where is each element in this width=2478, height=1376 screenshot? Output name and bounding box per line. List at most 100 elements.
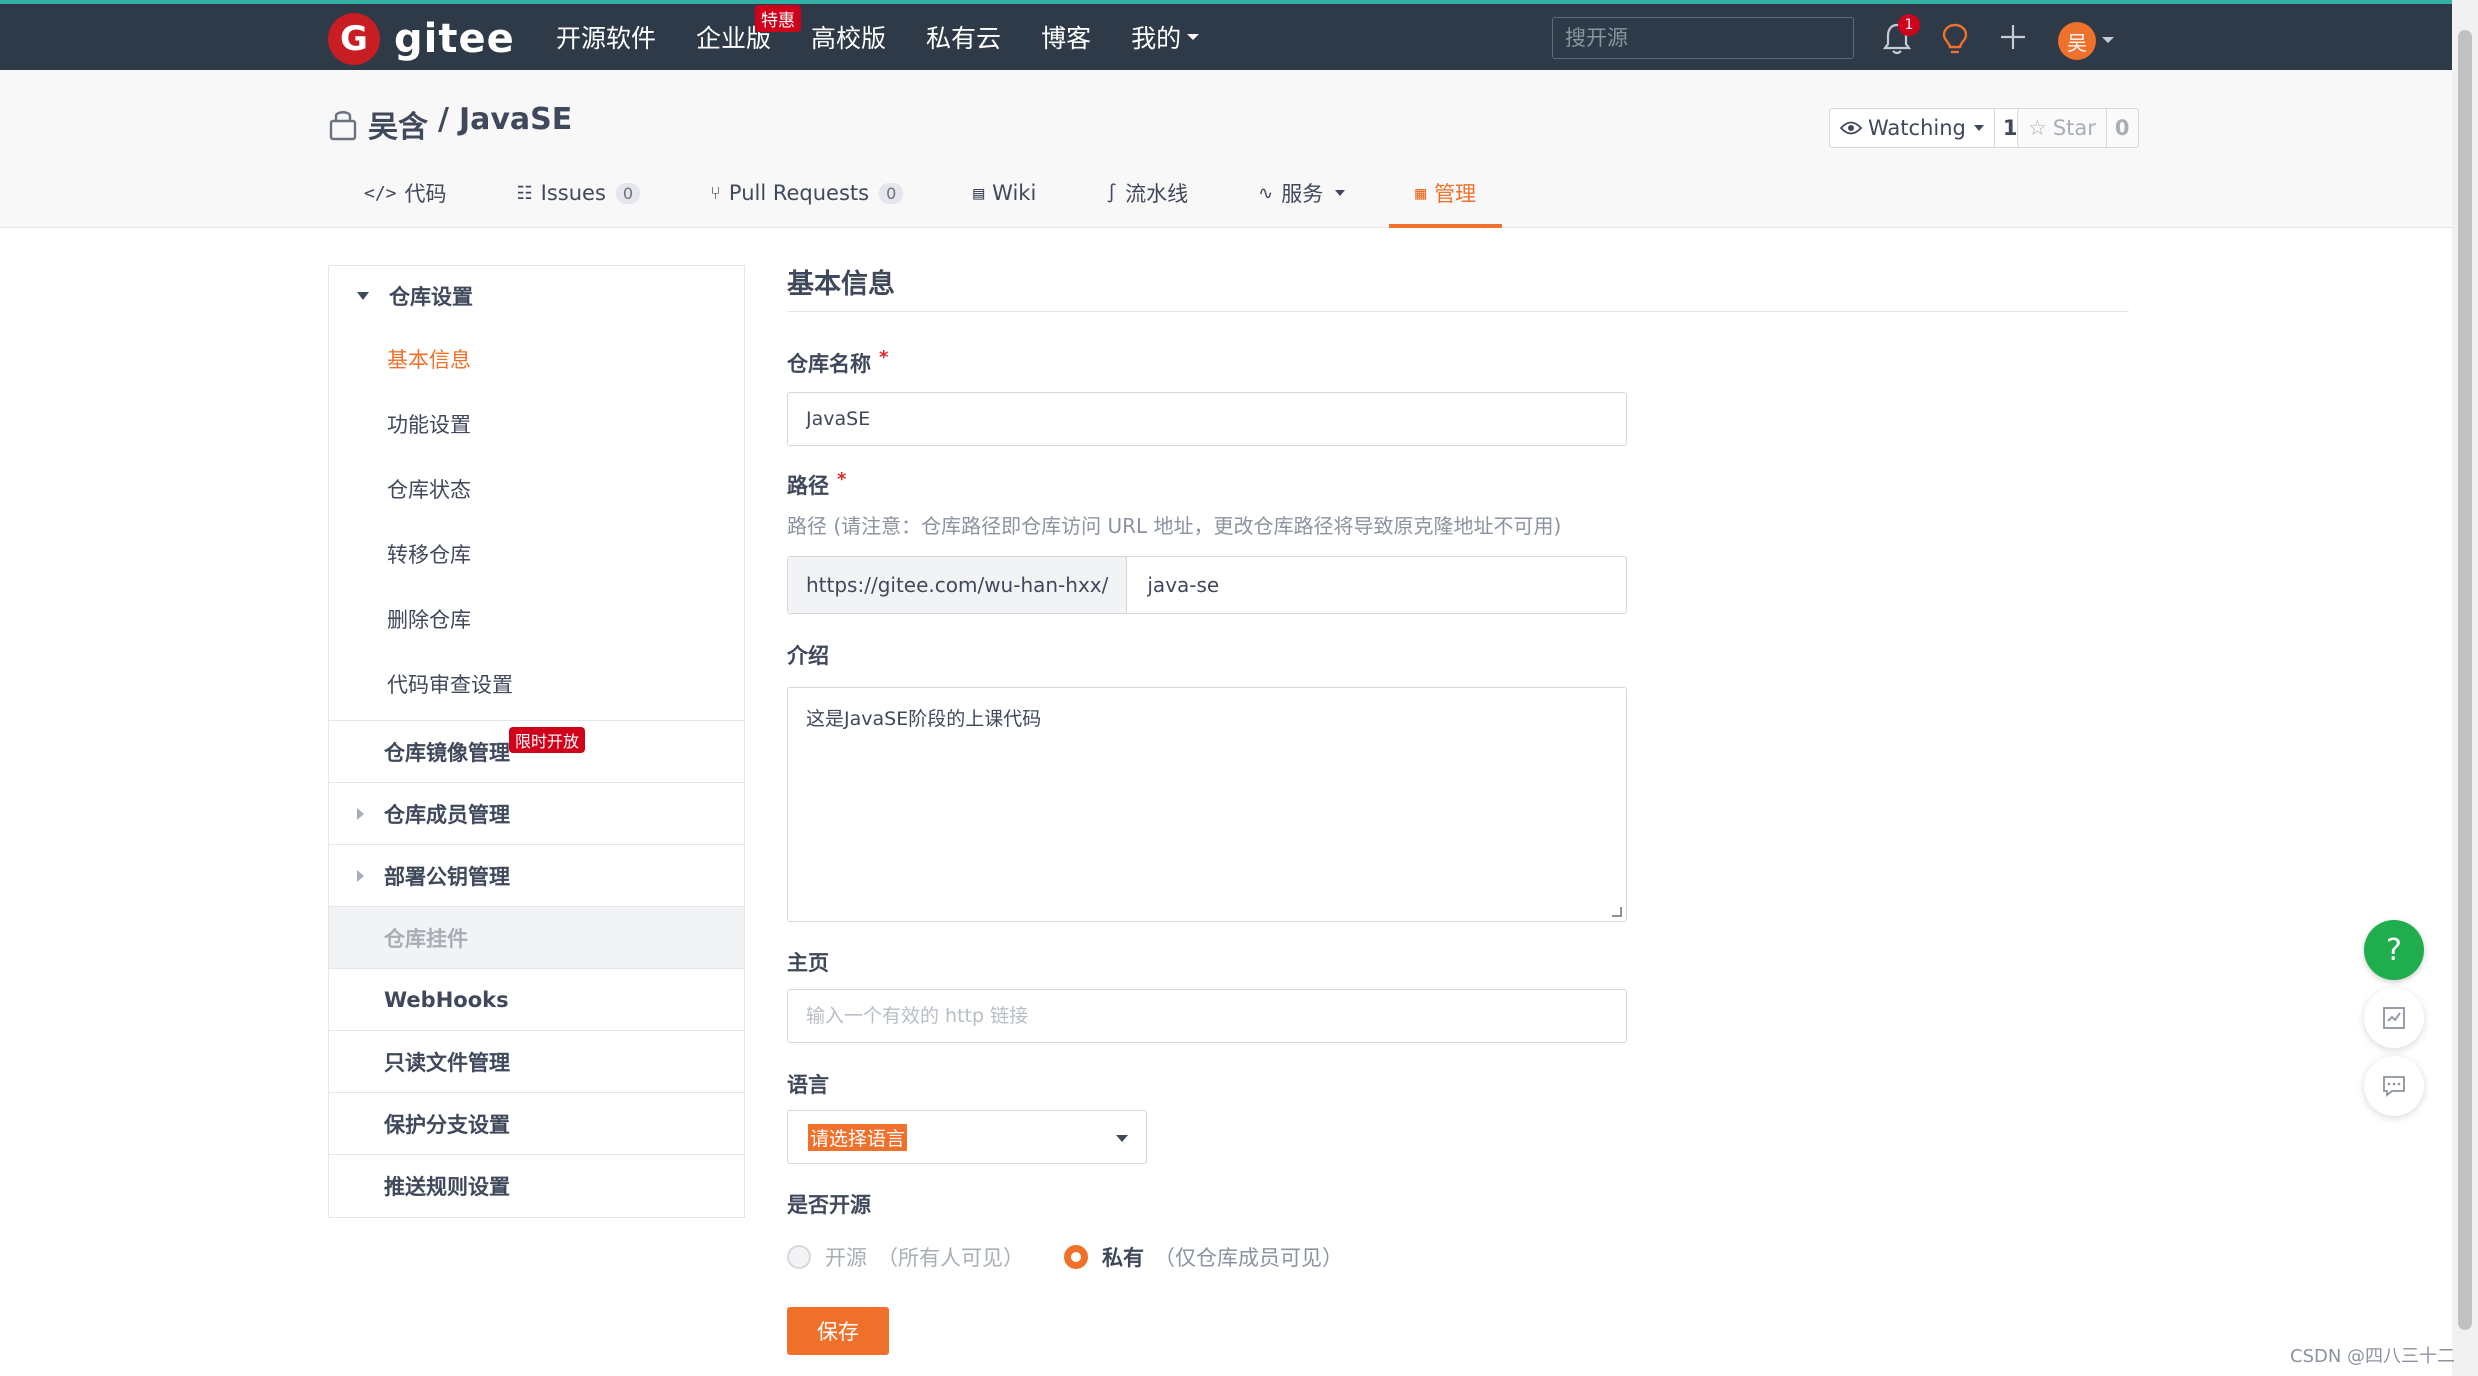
wiki-icon: ▤ xyxy=(973,182,985,204)
chat-button[interactable] xyxy=(2364,1056,2424,1116)
intro-textarea[interactable]: 这是JavaSE阶段的上课代码 xyxy=(787,687,1627,922)
homepage-label: 主页 xyxy=(787,951,829,975)
path-hint: 路径 (请注意：仓库路径即仓库访问 URL 地址，更改仓库路径将导致原克隆地址不… xyxy=(787,514,1562,538)
private-radio[interactable] xyxy=(1064,1245,1088,1269)
save-button[interactable]: 保存 xyxy=(787,1307,889,1355)
chevron-down-icon xyxy=(1187,34,1200,40)
sidebar-item-transfer[interactable]: 转移仓库 xyxy=(329,521,744,586)
repo-name-input[interactable] xyxy=(787,392,1627,446)
tab-pull-requests[interactable]: ⑂ Pull Requests 0 xyxy=(684,162,929,228)
sidebar-item-readonly-files[interactable]: 只读文件管理 xyxy=(329,1031,744,1093)
tab-issues[interactable]: ☷ Issues 0 xyxy=(491,162,667,228)
sidebar-item-deploy-keys[interactable]: 部署公钥管理 xyxy=(329,845,744,907)
issues-icon: ☷ xyxy=(516,182,533,204)
caret-right-icon xyxy=(357,869,364,882)
star-count[interactable]: 0 xyxy=(2106,108,2139,148)
sidebar-item-code-review[interactable]: 代码审查设置 xyxy=(329,651,744,716)
main-nav: 开源软件 企业版 特惠 高校版 私有云 博客 我的 xyxy=(556,4,1239,70)
limited-badge: 限时开放 xyxy=(509,727,586,753)
language-select[interactable]: 请选择语言 xyxy=(787,1110,1147,1164)
issues-count: 0 xyxy=(615,182,641,204)
chat-icon xyxy=(2383,1076,2405,1097)
language-label: 语言 xyxy=(787,1073,829,1097)
avatar-chevron-down-icon[interactable] xyxy=(2102,37,2114,43)
repo-name-link[interactable]: JavaSE xyxy=(459,102,572,146)
caret-right-icon xyxy=(357,807,364,820)
nav-label: 私有云 xyxy=(926,24,1002,53)
open-source-option: 开源 xyxy=(825,1246,867,1270)
settings-sidebar: 仓库设置 基本信息 功能设置 仓库状态 转移仓库 删除仓库 代码审查设置 仓库镜… xyxy=(328,265,745,1218)
sidebar-group-repo-settings[interactable]: 仓库设置 xyxy=(329,266,744,326)
avatar[interactable]: 吴 xyxy=(2058,22,2096,60)
sidebar-item-basic-info[interactable]: 基本信息 xyxy=(329,326,744,391)
feedback-button[interactable] xyxy=(2364,988,2424,1048)
sidebar-item-webhooks[interactable]: WebHooks xyxy=(329,969,744,1031)
nav-label: 高校版 xyxy=(811,24,887,53)
pull-requests-count: 0 xyxy=(879,182,904,204)
nav-item-mine[interactable]: 我的 xyxy=(1131,19,1200,55)
nav-item-open-source[interactable]: 开源软件 xyxy=(556,19,656,55)
nav-item-enterprise[interactable]: 企业版 特惠 xyxy=(696,5,802,55)
chevron-down-icon xyxy=(1116,1135,1128,1142)
visibility-radio-group: 开源 （所有人可见） 私有 （仅仓库成员可见） xyxy=(787,1242,1343,1272)
nav-label: 博客 xyxy=(1041,24,1092,53)
sidebar-group-label: 仓库设置 xyxy=(389,285,473,309)
promo-badge: 特惠 xyxy=(755,5,802,32)
chevron-down-icon xyxy=(1973,125,1984,131)
tab-services[interactable]: ∿ 服务 xyxy=(1232,162,1371,228)
watch-button[interactable]: Watching xyxy=(1829,108,1995,148)
scrollbar-thumb[interactable] xyxy=(2458,30,2472,1330)
tab-wiki[interactable]: ▤ Wiki xyxy=(947,162,1062,228)
label-text: 仓库名称 xyxy=(787,352,871,376)
star-label: Star xyxy=(2052,116,2096,140)
sidebar-item-features[interactable]: 功能设置 xyxy=(329,391,744,456)
tab-pipeline[interactable]: ∫ 流水线 xyxy=(1080,162,1214,228)
lightbulb-icon[interactable] xyxy=(1940,22,1970,56)
sidebar-item-widgets[interactable]: 仓库挂件 xyxy=(329,907,744,969)
homepage-input[interactable] xyxy=(787,989,1627,1043)
nav-item-private-cloud[interactable]: 私有云 xyxy=(926,19,1001,55)
tab-label: Wiki xyxy=(992,181,1037,205)
repo-owner-link[interactable]: 吴含 xyxy=(368,102,428,146)
notification-badge: 1 xyxy=(1898,14,1920,36)
tab-manage[interactable]: ▦ 管理 xyxy=(1389,162,1503,228)
tab-label: Issues xyxy=(540,181,606,205)
label-text: 路径 xyxy=(787,474,829,498)
intro-text: 这是JavaSE阶段的上课代码 xyxy=(806,708,1042,730)
nav-item-blog[interactable]: 博客 xyxy=(1041,19,1091,55)
sidebar-item-push-rules[interactable]: 推送规则设置 xyxy=(329,1155,744,1217)
repo-title-separator: / xyxy=(438,102,449,137)
plus-icon[interactable] xyxy=(1998,22,2028,52)
lock-icon xyxy=(329,111,357,141)
nav-item-education[interactable]: 高校版 xyxy=(811,19,886,55)
language-selected: 请选择语言 xyxy=(808,1123,908,1151)
help-button[interactable]: ? xyxy=(2364,920,2424,980)
chevron-down-icon xyxy=(1335,190,1346,196)
sidebar-item-label: 仓库镜像管理 xyxy=(384,740,510,765)
path-label: 路径 * xyxy=(787,469,846,500)
sidebar-item-members[interactable]: 仓库成员管理 xyxy=(329,783,744,845)
watch-button-group: Watching 1 xyxy=(1829,108,2027,148)
intro-label: 介绍 xyxy=(787,644,829,668)
basic-info-form: 基本信息 仓库名称 * 路径 * 路径 (请注意：仓库路径即仓库访问 URL 地址，… xyxy=(787,262,2129,1355)
caret-down-icon xyxy=(357,292,369,300)
watch-label: Watching xyxy=(1868,116,1966,140)
star-button-group: ☆ Star 0 xyxy=(2017,108,2139,148)
code-icon: </> xyxy=(364,182,397,204)
edit-chart-icon xyxy=(2383,1007,2405,1029)
path-input[interactable]: java-se xyxy=(1127,557,1626,613)
sidebar-item-mirror[interactable]: 仓库镜像管理 限时开放 xyxy=(329,721,744,783)
resize-handle-icon[interactable] xyxy=(1612,907,1622,917)
star-button[interactable]: ☆ Star xyxy=(2017,108,2107,148)
sidebar-item-protected-branches[interactable]: 保护分支设置 xyxy=(329,1093,744,1155)
search-input[interactable] xyxy=(1552,17,1854,59)
tab-code[interactable]: </> 代码 xyxy=(338,162,473,228)
sidebar-item-delete[interactable]: 删除仓库 xyxy=(329,586,744,651)
sidebar-item-status[interactable]: 仓库状态 xyxy=(329,456,744,521)
manage-icon: ▦ xyxy=(1415,182,1427,204)
logo-text: gitee xyxy=(394,16,515,62)
path-prefix: https://gitee.com/wu-han-hxx/ xyxy=(788,557,1128,613)
open-source-radio[interactable] xyxy=(787,1245,811,1269)
sidebar-item-label: 部署公钥管理 xyxy=(384,864,510,889)
gitee-logo[interactable]: G gitee xyxy=(328,12,515,66)
